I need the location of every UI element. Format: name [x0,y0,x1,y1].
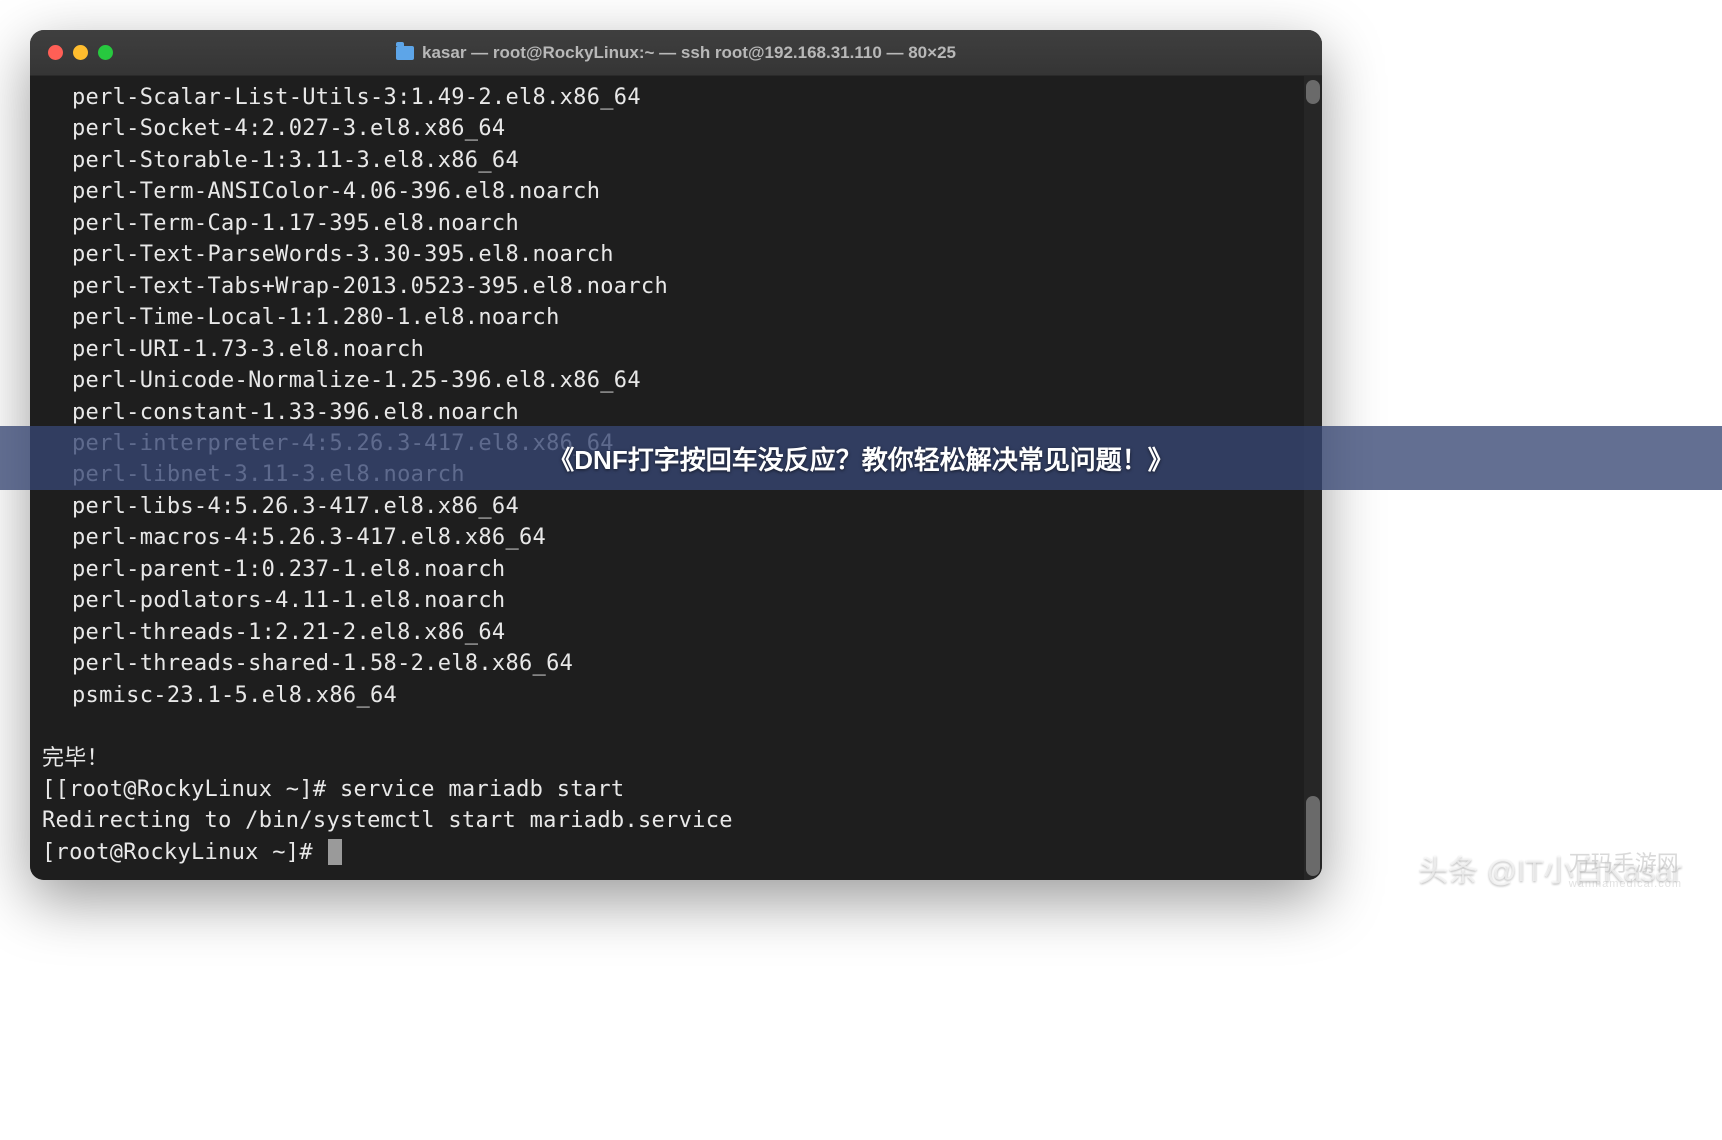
scrollbar-thumb[interactable] [1306,796,1320,876]
traffic-lights [48,45,113,60]
package-line: perl-Socket-4:2.027-3.el8.x86_64 [42,113,1316,144]
blank-line [42,711,1316,742]
package-line: perl-Storable-1:3.11-3.el8.x86_64 [42,145,1316,176]
window-titlebar: kasar — root@RockyLinux:~ — ssh root@192… [30,30,1322,76]
complete-message: 完毕！ [42,743,1316,774]
watermark-site-name: 万玛手游网 [1569,851,1679,876]
package-line: perl-threads-1:2.21-2.el8.x86_64 [42,617,1316,648]
close-button[interactable] [48,45,63,60]
maximize-button[interactable] [98,45,113,60]
package-line: perl-libs-4:5.26.3-417.el8.x86_64 [42,491,1316,522]
folder-icon [396,46,414,60]
package-line: perl-macros-4:5.26.3-417.el8.x86_64 [42,522,1316,553]
overlay-banner: 《DNF打字按回车没反应？教你轻松解决常见问题！》 [0,426,1722,490]
shell-prompt-line: [root@RockyLinux ~]# [42,837,1316,868]
cursor [328,839,342,865]
minimize-button[interactable] [73,45,88,60]
window-title: kasar — root@RockyLinux:~ — ssh root@192… [422,43,956,63]
package-line: perl-podlators-4.11-1.el8.noarch [42,585,1316,616]
package-line: psmisc-23.1-5.el8.x86_64 [42,680,1316,711]
prompt-prefix: [[root@RockyLinux ~]# [42,777,340,802]
package-line: perl-parent-1:0.237-1.el8.noarch [42,554,1316,585]
package-line: perl-threads-shared-1.58-2.el8.x86_64 [42,648,1316,679]
scrollbar-indicator-top [1306,80,1320,104]
redirect-message: Redirecting to /bin/systemctl start mari… [42,805,1316,836]
package-line: perl-Term-ANSIColor-4.06-396.el8.noarch [42,176,1316,207]
overlay-text: 《DNF打字按回车没反应？教你轻松解决常见问题！》 [548,440,1173,477]
package-line: perl-Text-Tabs+Wrap-2013.0523-395.el8.no… [42,271,1316,302]
package-line: perl-Unicode-Normalize-1.25-396.el8.x86_… [42,365,1316,396]
package-line: perl-Time-Local-1:1.280-1.el8.noarch [42,302,1316,333]
command-text: service mariadb start [340,777,624,802]
package-line: perl-Scalar-List-Utils-3:1.49-2.el8.x86_… [42,82,1316,113]
package-line: perl-constant-1.33-396.el8.noarch [42,397,1316,428]
window-title-area: kasar — root@RockyLinux:~ — ssh root@192… [48,43,1304,63]
package-line: perl-Term-Cap-1.17-395.el8.noarch [42,208,1316,239]
watermark-site: 万玛手游网 wanmamedical.com [1569,846,1682,890]
prompt-prefix: [root@RockyLinux ~]# [42,840,326,865]
package-line: perl-URI-1.73-3.el8.noarch [42,334,1316,365]
shell-prompt-line: [[root@RockyLinux ~]# service mariadb st… [42,774,1316,805]
watermark-site-url: wanmamedical.com [1569,878,1682,890]
package-line: perl-Text-ParseWords-3.30-395.el8.noarch [42,239,1316,270]
